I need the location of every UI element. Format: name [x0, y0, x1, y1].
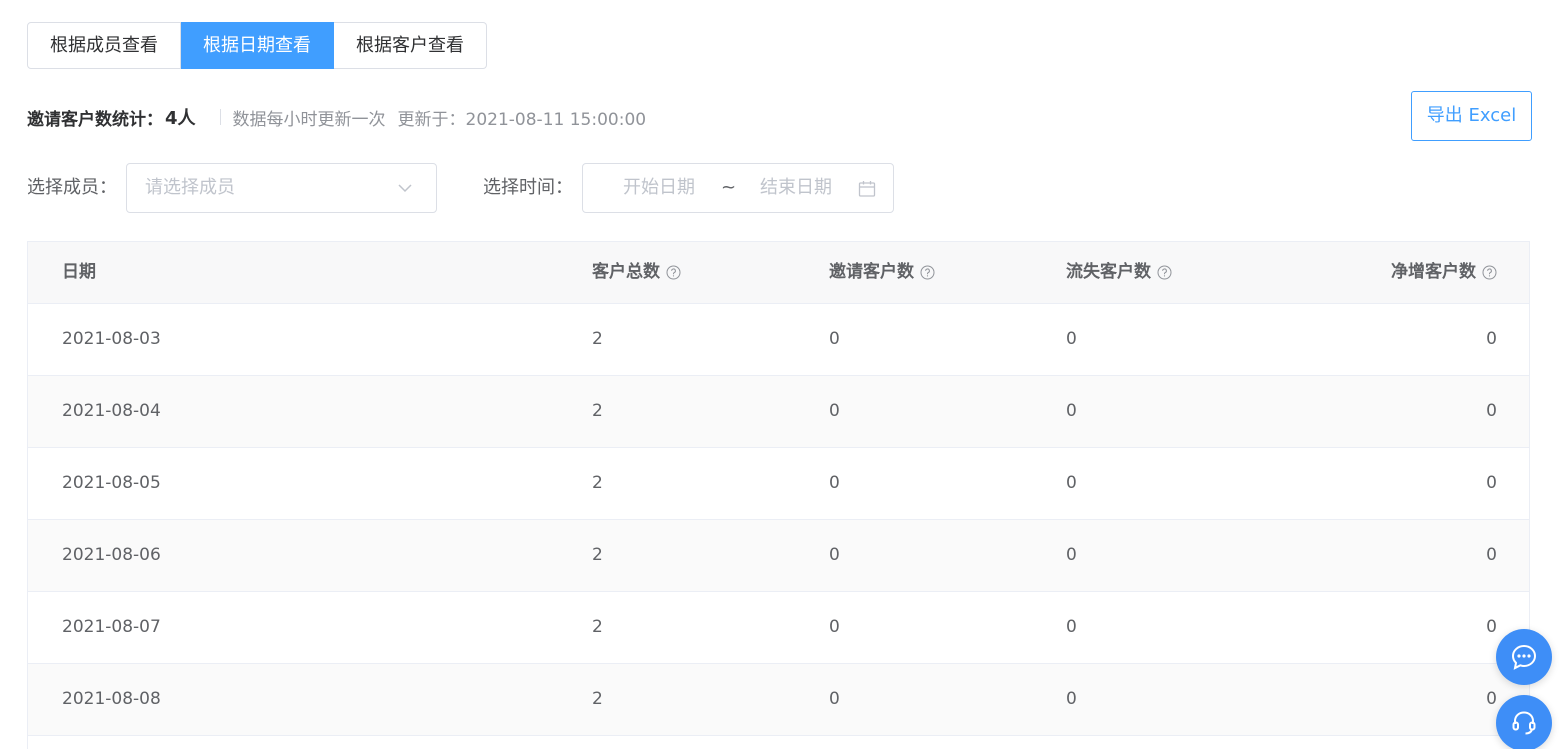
- column-header-date: 日期: [62, 262, 96, 282]
- cell-lost-customers: 0: [1066, 689, 1077, 709]
- cell-net-new-customers: 0: [1486, 473, 1497, 493]
- question-circle-icon[interactable]: [1157, 265, 1172, 280]
- calendar-icon: [858, 181, 876, 197]
- table-row: 2021-08-05 2 0 0 0: [28, 448, 1529, 520]
- update-frequency-note: 数据每小时更新一次: [232, 109, 386, 130]
- tab-by-date[interactable]: 根据日期查看: [181, 22, 334, 69]
- cell-total-customers: 2: [592, 401, 603, 421]
- cell-net-new-customers: 0: [1486, 545, 1497, 565]
- start-date-input[interactable]: [609, 164, 709, 212]
- column-header-net-new-customers: 净增客户数: [1391, 242, 1497, 303]
- table-header: 日期 客户总数 邀请客户数 流失客户数 净增客户数: [28, 242, 1529, 304]
- cell-net-new-customers: 0: [1486, 329, 1497, 349]
- column-header-invited-customers: 邀请客户数: [829, 242, 935, 303]
- question-circle-icon[interactable]: [920, 265, 935, 280]
- cell-total-customers: 2: [592, 329, 603, 349]
- member-filter-label: 选择成员：: [27, 177, 117, 198]
- tab-by-member[interactable]: 根据成员查看: [27, 22, 181, 69]
- date-range-picker[interactable]: ~: [582, 163, 894, 213]
- cell-lost-customers: 0: [1066, 401, 1077, 421]
- column-header-total-customers: 客户总数: [592, 242, 681, 303]
- page: 根据成员查看 根据日期查看 根据客户查看 邀请客户数统计： 4人 数据每小时更新…: [0, 0, 1560, 749]
- member-select[interactable]: [126, 163, 437, 213]
- table-row: 2021-08-06 2 0 0 0: [28, 520, 1529, 592]
- table-row: 2021-08-07 2 0 0 0: [28, 592, 1529, 664]
- cell-date: 2021-08-03: [62, 329, 161, 349]
- table-row: 2021-08-08 2 0 0 0: [28, 664, 1529, 736]
- question-circle-icon[interactable]: [666, 265, 681, 280]
- cell-total-customers: 2: [592, 473, 603, 493]
- date-range-separator: ~: [721, 177, 737, 198]
- table-row: 2021-08-03 2 0 0 0: [28, 304, 1529, 376]
- customer-support-button[interactable]: [1496, 695, 1552, 749]
- invite-stats-summary: 邀请客户数统计： 4人 数据每小时更新一次 更新于：2021-08-11 15:…: [27, 102, 646, 132]
- export-excel-button[interactable]: 导出 Excel: [1411, 91, 1532, 141]
- cell-invited-customers: 0: [829, 689, 840, 709]
- cell-date: 2021-08-06: [62, 545, 161, 565]
- cell-date: 2021-08-04: [62, 401, 161, 421]
- chat-bubble-icon: [1511, 644, 1537, 670]
- chevron-down-icon: [398, 184, 412, 193]
- cell-lost-customers: 0: [1066, 545, 1077, 565]
- time-filter-label: 选择时间：: [483, 177, 573, 198]
- stats-label: 邀请客户数统计：: [27, 109, 163, 130]
- stats-value: 4人: [165, 108, 196, 129]
- cell-invited-customers: 0: [829, 473, 840, 493]
- headset-icon: [1512, 711, 1536, 735]
- cell-net-new-customers: 0: [1486, 401, 1497, 421]
- cell-lost-customers: 0: [1066, 329, 1077, 349]
- date-stats-table: 日期 客户总数 邀请客户数 流失客户数 净增客户数 2021-08-03 2 0: [27, 241, 1530, 749]
- cell-date: 2021-08-08: [62, 689, 161, 709]
- member-select-input[interactable]: [145, 164, 385, 212]
- cell-total-customers: 2: [592, 617, 603, 637]
- cell-date: 2021-08-07: [62, 617, 161, 637]
- last-updated-time: 更新于：2021-08-11 15:00:00: [397, 109, 647, 130]
- stats-divider: [219, 109, 221, 125]
- column-header-lost-customers: 流失客户数: [1066, 242, 1172, 303]
- cell-total-customers: 2: [592, 545, 603, 565]
- tab-by-customer[interactable]: 根据客户查看: [334, 22, 487, 69]
- cell-date: 2021-08-05: [62, 473, 161, 493]
- question-circle-icon[interactable]: [1482, 265, 1497, 280]
- cell-lost-customers: 0: [1066, 473, 1077, 493]
- table-row: 2021-08-04 2 0 0 0: [28, 376, 1529, 448]
- view-mode-tabs: 根据成员查看 根据日期查看 根据客户查看: [27, 22, 487, 69]
- cell-lost-customers: 0: [1066, 617, 1077, 637]
- end-date-input[interactable]: [746, 164, 846, 212]
- cell-total-customers: 2: [592, 689, 603, 709]
- chat-button[interactable]: [1496, 629, 1552, 685]
- cell-invited-customers: 0: [829, 617, 840, 637]
- cell-invited-customers: 0: [829, 401, 840, 421]
- cell-invited-customers: 0: [829, 545, 840, 565]
- cell-invited-customers: 0: [829, 329, 840, 349]
